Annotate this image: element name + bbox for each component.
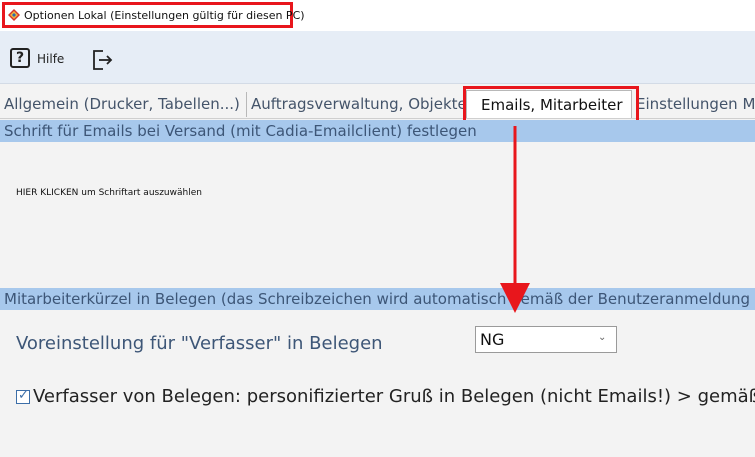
personalized-greeting-label: Verfasser von Belegen: personifizierter … bbox=[33, 386, 755, 407]
tab-auftragsverwaltung[interactable]: Auftragsverwaltung, Objekte bbox=[247, 92, 466, 117]
tab-allgemein[interactable]: Allgemein (Drucker, Tabellen...) bbox=[0, 92, 247, 117]
help-button[interactable]: ? Hilfe bbox=[10, 45, 74, 73]
verfasser-value: NG bbox=[480, 330, 505, 349]
verfasser-dropdown[interactable]: NG ⌄ bbox=[475, 326, 617, 353]
exit-icon[interactable] bbox=[90, 48, 114, 72]
help-icon: ? bbox=[10, 48, 30, 68]
checkmark-icon: ✓ bbox=[18, 388, 29, 403]
font-select-link[interactable]: HIER KLICKEN um Schriftart auszuwählen bbox=[16, 188, 202, 198]
help-label: Hilfe bbox=[37, 52, 65, 66]
window-title: Optionen Lokal (Einstellungen gültig für… bbox=[24, 9, 305, 22]
chevron-down-icon: ⌄ bbox=[598, 332, 607, 343]
personalized-greeting-option[interactable]: ✓ Verfasser von Belegen: personifizierte… bbox=[16, 386, 755, 410]
personalized-greeting-checkbox[interactable]: ✓ bbox=[16, 388, 30, 404]
verfasser-label: Voreinstellung für "Verfasser" in Belege… bbox=[16, 333, 383, 354]
section-header-kuerzel: Mitarbeiterkürzel in Belegen (das Schrei… bbox=[0, 288, 755, 310]
tab-einstellungen[interactable]: Einstellungen Mo bbox=[632, 92, 755, 117]
section-header-font: Schrift für Emails bei Versand (mit Cadi… bbox=[0, 120, 755, 142]
app-logo-icon bbox=[8, 9, 20, 21]
